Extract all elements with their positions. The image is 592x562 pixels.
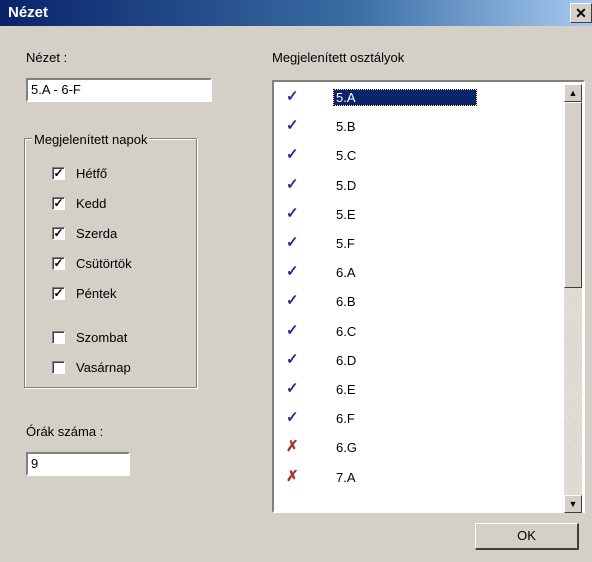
checkmark-icon[interactable]: ✓ [52, 167, 65, 180]
hours-label: Órák száma : [26, 424, 104, 439]
hours-input[interactable]: 9 [26, 452, 130, 476]
day-label: Hétfő [76, 166, 108, 181]
view-name-value: 5.A - 6-F [31, 82, 81, 97]
checkmark-icon[interactable]: ✓ [52, 197, 65, 210]
class-list-item[interactable]: ✓ 6.E [276, 380, 564, 404]
title-bar: Nézet ✕ [0, 0, 592, 26]
checkmark-icon[interactable]: ✓ [52, 257, 65, 270]
checkbox-empty-icon[interactable] [52, 331, 65, 344]
class-list-item[interactable]: ✓ 5.F [276, 234, 564, 258]
check-icon: ✓ [286, 263, 299, 281]
class-list-item[interactable]: ✓ 5.E [276, 205, 564, 229]
checkmark-icon[interactable]: ✓ [52, 227, 65, 240]
day-label: Péntek [76, 286, 117, 301]
class-name: 6.G [336, 440, 357, 456]
class-name: 6.E [336, 382, 356, 397]
check-icon: ✓ [286, 88, 299, 105]
window-title: Nézet [8, 4, 49, 21]
ok-button[interactable]: OK [475, 523, 579, 550]
view-name-input[interactable]: 5.A - 6-F [26, 78, 212, 102]
down-arrow-icon: ▼ [568, 499, 578, 509]
check-icon: ✓ [286, 321, 299, 339]
close-icon: ✕ [575, 5, 587, 21]
class-list-item[interactable]: ✓ 6.D [276, 351, 564, 375]
check-icon: ✓ [286, 292, 299, 310]
class-list-item[interactable]: ✗ 6.G [276, 438, 564, 462]
class-list-item[interactable]: ✓ 6.C [276, 322, 564, 346]
class-name: 5.A [333, 89, 477, 106]
class-name: 5.D [336, 177, 357, 193]
class-name: 7.A [336, 469, 356, 485]
class-name: 5.C [336, 148, 357, 164]
x-icon: ✗ [286, 467, 299, 485]
check-icon: ✓ [286, 204, 299, 222]
scroll-up-button[interactable]: ▲ [564, 84, 582, 102]
class-name: 6.A [336, 265, 356, 281]
days-group-legend: Megjelenített napok [32, 132, 150, 147]
check-icon: ✓ [286, 380, 299, 397]
checkbox-empty-icon[interactable] [52, 361, 65, 374]
up-arrow-icon: ▲ [568, 88, 578, 98]
class-name: 6.D [336, 352, 357, 368]
class-list-item[interactable]: ✓ 5.C [276, 146, 564, 170]
day-label: Kedd [76, 196, 107, 211]
day-label: Vasárnap [76, 360, 131, 375]
check-icon: ✓ [286, 175, 299, 193]
class-list-item[interactable]: ✓ 5.D [276, 176, 564, 200]
class-list-item[interactable]: ✓ 6.F [276, 409, 564, 433]
day-label: Szombat [76, 330, 128, 345]
check-icon: ✓ [286, 409, 299, 427]
check-icon: ✓ [286, 234, 299, 251]
classes-listbox[interactable]: ✓ 5.A ✓ 5.B ✓ 5.C ✓ 5.D ✓ 5.E ✓ 5.F ✓ 6.A ✓ 6.B ✓ 6.C ✓ 6.D… [272, 80, 585, 513]
day-label: Szerda [76, 226, 118, 241]
class-list-item[interactable]: ✗ 7.A [276, 468, 564, 492]
view-label: Nézet : [26, 50, 68, 65]
class-name: 5.F [336, 236, 355, 251]
class-name: 6.F [336, 411, 355, 427]
hours-value: 9 [31, 456, 39, 471]
class-name: 6.B [336, 294, 356, 310]
class-list-item[interactable]: ✓ 5.B [276, 117, 564, 141]
scroll-thumb[interactable] [564, 102, 582, 288]
class-name: 5.B [336, 119, 356, 135]
classes-label: Megjelenített osztályok [272, 50, 405, 65]
check-icon: ✓ [286, 117, 299, 135]
view-dialog: Nézet ✕ Nézet : 5.A - 6-F Megjelenített … [0, 0, 592, 562]
check-icon: ✓ [286, 350, 299, 368]
day-label: Csütörtök [76, 256, 132, 271]
class-list-item[interactable]: ✓ 6.B [276, 292, 564, 316]
vertical-scrollbar[interactable]: ▲ ▼ [564, 84, 582, 513]
scroll-down-button[interactable]: ▼ [564, 495, 582, 513]
class-name: 5.E [336, 206, 356, 222]
checkmark-icon[interactable]: ✓ [52, 287, 65, 300]
class-list-item[interactable]: ✓ 5.A [276, 88, 564, 112]
check-icon: ✓ [286, 146, 299, 164]
close-button[interactable]: ✕ [570, 3, 592, 23]
x-icon: ✗ [286, 438, 299, 456]
class-list-item[interactable]: ✓ 6.A [276, 263, 564, 287]
class-name: 6.C [336, 323, 357, 339]
